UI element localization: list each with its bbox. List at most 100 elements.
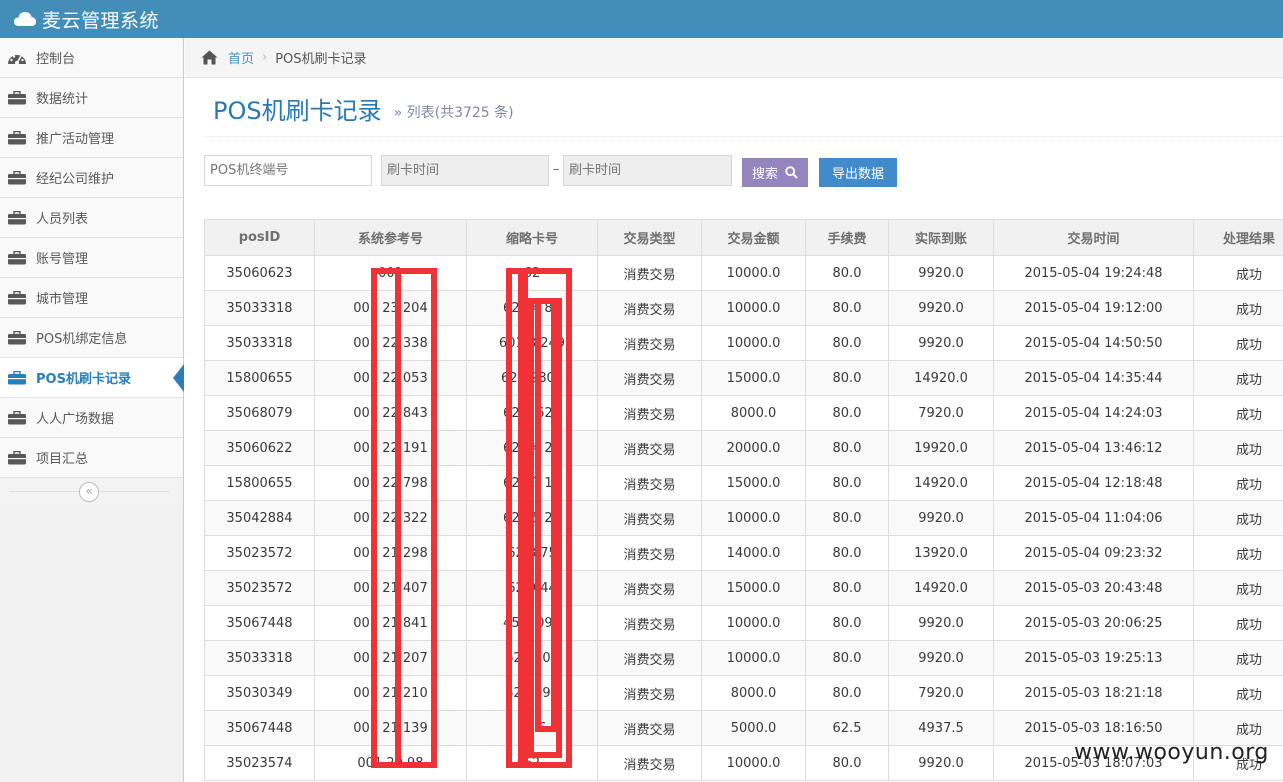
table-cell: 14920.0 — [888, 465, 994, 501]
column-header[interactable]: 交易时间 — [993, 219, 1194, 256]
sidebar-item-8[interactable]: POS机刷卡记录 — [0, 358, 184, 398]
table-cell: 2015-05-04 19:24:48 — [993, 255, 1194, 291]
sidebar-item-6[interactable]: 城市管理 — [0, 278, 183, 318]
table-cell: 10000.0 — [701, 500, 806, 536]
home-icon[interactable] — [201, 50, 218, 65]
table-cell: 35042884 — [204, 500, 315, 536]
sidebar-item-5[interactable]: 账号管理 — [0, 238, 183, 278]
column-header[interactable]: 缩略卡号 — [466, 219, 598, 256]
briefcase-icon — [7, 210, 27, 225]
breadcrumb-separator: › — [262, 50, 268, 65]
sidebar-item-label: 数据统计 — [36, 92, 89, 107]
table-row: 35023572 001 21 407 62 9 44 消费交易 15000.0 80.0… — [204, 570, 1283, 606]
sidebar-item-label: POS机绑定信息 — [36, 332, 128, 347]
sidebar-item-label: 推广活动管理 — [36, 132, 115, 147]
table-cell: 35023572 — [204, 535, 315, 571]
table-cell: 80.0 — [805, 395, 889, 431]
table-cell: 10000.0 — [701, 640, 806, 676]
table-row: 35033318 001 21 207 62 0703 消费交易 10000.0 80.0… — [204, 640, 1283, 676]
briefcase-icon — [7, 170, 27, 185]
search-button-label: 搜索 — [751, 166, 778, 181]
swipe-time-to-input[interactable] — [563, 155, 732, 186]
table-cell: 35068079 — [204, 395, 315, 431]
table-row: 35033318 001 22 338 601 8 249 消费交易 10000.0 80… — [204, 325, 1283, 361]
table-cell: 2015-05-03 18:21:18 — [993, 675, 1194, 711]
search-form: – 搜索 导出数据 — [204, 155, 1283, 187]
table-cell: 2015-05-04 14:35:44 — [993, 360, 1194, 396]
page-header: POS机刷卡记录 » 列表(共3725 条) — [206, 80, 1283, 137]
column-header[interactable]: 系统参考号 — [314, 219, 467, 256]
cloud-icon — [14, 12, 36, 26]
column-header[interactable]: 处理结果 — [1193, 219, 1283, 256]
table-cell: 消费交易 — [597, 675, 702, 711]
table-cell: 消费交易 — [597, 605, 702, 641]
collapse-sidebar-button[interactable]: « — [79, 482, 99, 502]
table-cell: 10000.0 — [701, 745, 806, 781]
sidebar-item-1[interactable]: 数据统计 — [0, 78, 183, 118]
table-cell: 14000.0 — [701, 535, 806, 571]
sidebar-item-label: 账号管理 — [36, 252, 89, 267]
table-row: 35067448 001 21 841 45 1 091 消费交易 10000.0 80.… — [204, 605, 1283, 641]
sidebar-item-3[interactable]: 经纪公司维护 — [0, 158, 183, 198]
table-cell: 成功 — [1193, 570, 1283, 606]
table-cell: 消费交易 — [597, 430, 702, 466]
column-header[interactable]: posID — [204, 219, 315, 256]
sidebar-item-4[interactable]: 人员列表 — [0, 198, 183, 238]
date-range-dash: – — [553, 162, 560, 177]
table-row: 35030349 001 21 210 62 0091 消费交易 8000.0 80.0 7… — [204, 675, 1283, 711]
sidebar-item-9[interactable]: 人人广场数据 — [0, 398, 183, 438]
search-button[interactable]: 搜索 — [742, 158, 808, 187]
page-title: POS机刷卡记录 — [213, 96, 382, 125]
table-cell: 14920.0 — [888, 360, 994, 396]
column-header[interactable]: 交易金额 — [701, 219, 806, 256]
table-cell: 成功 — [1193, 605, 1283, 641]
table-cell: 消费交易 — [597, 500, 702, 536]
records-table: posID 系统参考号 缩略卡号 交易类型 交易金额 手续费 实际到账 交易时间 处理结果 35… — [204, 219, 1283, 781]
table-cell: 2015-05-04 11:04:06 — [993, 500, 1194, 536]
breadcrumb-home-link[interactable]: 首页 — [228, 48, 254, 67]
table-row: 35042884 001 22 322 622 5 26 消费交易 10000.0 80.… — [204, 500, 1283, 536]
table-cell: 消费交易 — [597, 255, 702, 291]
table-cell: 80.0 — [805, 640, 889, 676]
export-data-button[interactable]: 导出数据 — [819, 158, 897, 187]
table-cell: 80.0 — [805, 360, 889, 396]
table-cell: 14920.0 — [888, 570, 994, 606]
sidebar-item-7[interactable]: POS机绑定信息 — [0, 318, 183, 358]
top-navbar: 麦云管理系统 — [0, 0, 1283, 38]
briefcase-icon — [7, 290, 27, 305]
table-cell: 10000.0 — [701, 290, 806, 326]
table-cell: 80.0 — [805, 745, 889, 781]
redaction-mark — [395, 268, 437, 768]
column-header[interactable]: 实际到账 — [888, 219, 994, 256]
table-cell: 成功 — [1193, 360, 1283, 396]
table-cell: 80.0 — [805, 325, 889, 361]
table-cell: 2015-05-03 20:06:25 — [993, 605, 1194, 641]
swipe-time-from-input[interactable] — [381, 155, 549, 186]
table-cell: 消费交易 — [597, 745, 702, 781]
table-cell: 35033318 — [204, 640, 315, 676]
table-cell: 80.0 — [805, 500, 889, 536]
table-cell: 15800655 — [204, 360, 315, 396]
briefcase-icon — [7, 330, 27, 345]
column-header[interactable]: 交易类型 — [597, 219, 702, 256]
sidebar-item-label: 经纪公司维护 — [36, 172, 115, 187]
table-cell: 35060623 — [204, 255, 315, 291]
dashboard-icon — [7, 51, 27, 65]
table-cell: 4937.5 — [888, 710, 994, 746]
table-cell: 35030349 — [204, 675, 315, 711]
brand[interactable]: 麦云管理系统 — [14, 5, 159, 33]
table-cell: 9920.0 — [888, 605, 994, 641]
sidebar-item-0[interactable]: 控制台 — [0, 38, 183, 78]
table-cell: 成功 — [1193, 675, 1283, 711]
table-cell: 9920.0 — [888, 745, 994, 781]
table-row: 35023572 001 21 298 62 8 75 消费交易 14000.0 80.0… — [204, 535, 1283, 571]
sidebar-item-2[interactable]: 推广活动管理 — [0, 118, 183, 158]
sidebar: 控制台数据统计推广活动管理 经纪公司维护人员列表账号管理城市管理 POS机绑定信息 P… — [0, 38, 184, 782]
table-cell: 成功 — [1193, 430, 1283, 466]
column-header[interactable]: 手续费 — [805, 219, 889, 256]
table-cell: 2015-05-04 14:24:03 — [993, 395, 1194, 431]
sidebar-item-10[interactable]: 项目汇总 — [0, 438, 183, 478]
table-cell: 80.0 — [805, 290, 889, 326]
briefcase-icon — [7, 90, 27, 105]
terminal-number-input[interactable] — [204, 155, 372, 186]
